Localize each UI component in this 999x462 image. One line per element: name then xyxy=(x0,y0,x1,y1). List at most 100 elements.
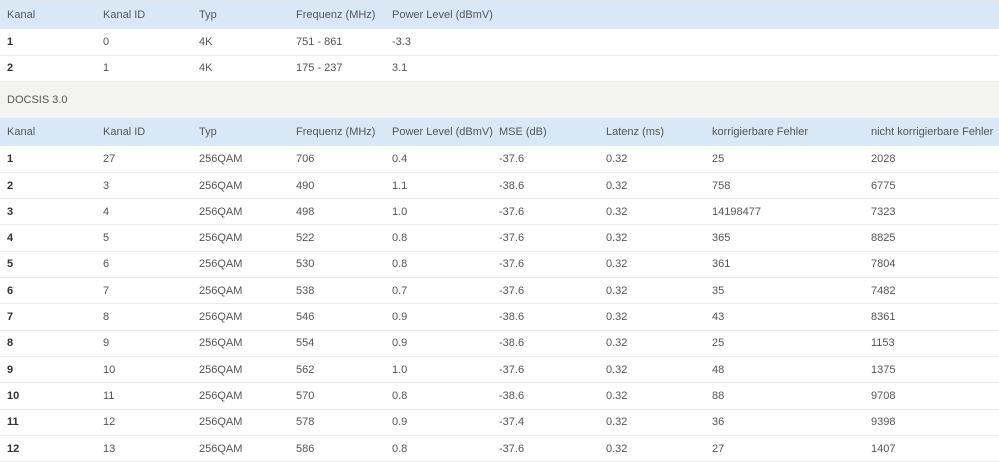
table-cell: 2 xyxy=(7,179,14,192)
column-header: Kanal xyxy=(7,9,36,21)
table-cell: 1407 xyxy=(871,442,896,455)
table-cell: 751 - 861 xyxy=(296,35,343,48)
table-cell: 0.32 xyxy=(606,152,628,165)
table-row: 12 13 256QAM 586 0.8 -37.6 0.32 27 1407 xyxy=(0,435,999,462)
docsis31-table: Kanal Kanal ID Typ Frequenz (MHz) Power Leve… xyxy=(0,1,999,82)
table-cell: 546 xyxy=(296,311,315,324)
docsis30-table: Kanal Kanal ID Typ Frequenz (MHz) Power Leve… xyxy=(0,118,999,462)
table-cell xyxy=(864,55,999,81)
table-cell xyxy=(599,55,705,81)
table-cell: 0.8 xyxy=(392,442,408,455)
table-cell: 8825 xyxy=(871,232,896,245)
table-cell: 0.32 xyxy=(606,205,628,218)
table-cell: 43 xyxy=(712,311,725,324)
table-cell: 6 xyxy=(7,284,14,297)
table-cell xyxy=(864,29,999,55)
table-cell: 9708 xyxy=(871,389,896,402)
column-header: Typ xyxy=(199,9,217,21)
table-cell: 12 xyxy=(7,442,20,455)
table-cell: 256QAM xyxy=(199,205,243,218)
table-cell: 0.9 xyxy=(392,337,408,350)
table-cell: -37.6 xyxy=(499,284,525,297)
table-cell: 9 xyxy=(7,363,14,376)
column-header xyxy=(492,1,599,29)
table-cell: 0.32 xyxy=(606,284,628,297)
section-title-docsis30: DOCSIS 3.0 xyxy=(0,82,999,119)
column-header: Power Level (dBmV) xyxy=(392,9,493,21)
table-cell: 256QAM xyxy=(199,311,243,324)
table-cell: 0.32 xyxy=(606,258,628,271)
table-cell: 256QAM xyxy=(199,416,243,429)
column-header xyxy=(864,1,999,29)
table-header-row: Kanal Kanal ID Typ Frequenz (MHz) Power Leve… xyxy=(0,1,999,29)
table-row: 1 27 256QAM 706 0.4 -37.6 0.32 25 2028 xyxy=(0,146,999,173)
table-cell: 1 xyxy=(103,62,110,75)
table-row: 2 1 4K 175 - 237 3.1 xyxy=(0,55,999,82)
table-row: 1 0 4K 751 - 861 -3.3 xyxy=(0,29,999,56)
table-cell: 0.32 xyxy=(606,416,628,429)
table-cell: 0.32 xyxy=(606,442,628,455)
table-cell: 88 xyxy=(712,389,725,402)
table-cell xyxy=(705,55,864,81)
table-cell: 538 xyxy=(296,284,315,297)
table-cell: 0.9 xyxy=(392,416,408,429)
table-cell: 27 xyxy=(103,152,116,165)
table-cell: 3 xyxy=(103,179,110,192)
table-cell: 0.8 xyxy=(392,258,408,271)
table-cell: 0.32 xyxy=(606,337,628,350)
table-cell: 4 xyxy=(103,205,110,218)
table-cell: 562 xyxy=(296,363,315,376)
table-cell: 10 xyxy=(103,363,116,376)
column-header xyxy=(599,1,705,29)
table-cell: 1.0 xyxy=(392,363,408,376)
table-cell: 8 xyxy=(7,337,14,350)
column-header: Kanal ID xyxy=(103,126,146,139)
column-header xyxy=(705,1,864,29)
table-cell: 365 xyxy=(712,232,731,245)
table-cell: -38.6 xyxy=(499,337,525,350)
table-cell: 256QAM xyxy=(199,363,243,376)
table-cell: 706 xyxy=(296,152,315,165)
table-cell: 25 xyxy=(712,337,725,350)
table-cell: 1153 xyxy=(871,337,895,350)
table-cell: -38.6 xyxy=(499,389,525,402)
table-cell xyxy=(492,29,599,55)
table-cell: 0.9 xyxy=(392,311,408,324)
table-cell: 256QAM xyxy=(199,179,243,192)
table-cell: 490 xyxy=(296,179,315,192)
table-cell: 0.32 xyxy=(606,389,628,402)
table-cell: 7482 xyxy=(871,284,896,297)
table-cell: 10 xyxy=(7,389,20,402)
table-row: 11 12 256QAM 578 0.9 -37.4 0.32 36 9398 xyxy=(0,409,999,436)
table-cell: 1.0 xyxy=(392,205,408,218)
table-cell: 3 xyxy=(7,205,14,218)
table-cell: 361 xyxy=(712,258,731,271)
table-cell: 1.1 xyxy=(392,179,408,192)
table-cell: 256QAM xyxy=(199,442,243,455)
table-cell: 530 xyxy=(296,258,315,271)
table-row: 9 10 256QAM 562 1.0 -37.6 0.32 48 1375 xyxy=(0,356,999,383)
table-cell: 0.7 xyxy=(392,284,408,297)
table-cell: 758 xyxy=(712,179,731,192)
table-cell xyxy=(492,55,599,81)
table-cell: 1 xyxy=(7,152,14,165)
column-header: nicht korrigierbare Fehler xyxy=(871,126,994,139)
table-cell: 8 xyxy=(103,311,110,324)
table-cell: 0.8 xyxy=(392,389,408,402)
table-row: 3 4 256QAM 498 1.0 -37.6 0.32 14198477 7323 xyxy=(0,199,999,225)
table-cell: 0.8 xyxy=(392,232,408,245)
table-cell: 586 xyxy=(296,442,315,455)
table-cell: 4K xyxy=(199,35,213,48)
table-row: 10 11 256QAM 570 0.8 -38.6 0.32 88 9708 xyxy=(0,383,999,410)
table-cell: -38.6 xyxy=(499,179,525,192)
column-header: Kanal xyxy=(7,126,36,139)
table-cell: -37.6 xyxy=(499,258,525,271)
table-row: 8 9 256QAM 554 0.9 -38.6 0.32 25 1153 xyxy=(0,330,999,357)
table-cell: 0.32 xyxy=(606,232,628,245)
column-header: Typ xyxy=(199,126,217,139)
table-header-row: Kanal Kanal ID Typ Frequenz (MHz) Power Leve… xyxy=(0,118,999,147)
column-header: MSE (dB) xyxy=(499,126,547,139)
table-cell: 0.32 xyxy=(606,179,628,192)
table-cell: 554 xyxy=(296,337,315,350)
table-cell: 7804 xyxy=(871,258,896,271)
